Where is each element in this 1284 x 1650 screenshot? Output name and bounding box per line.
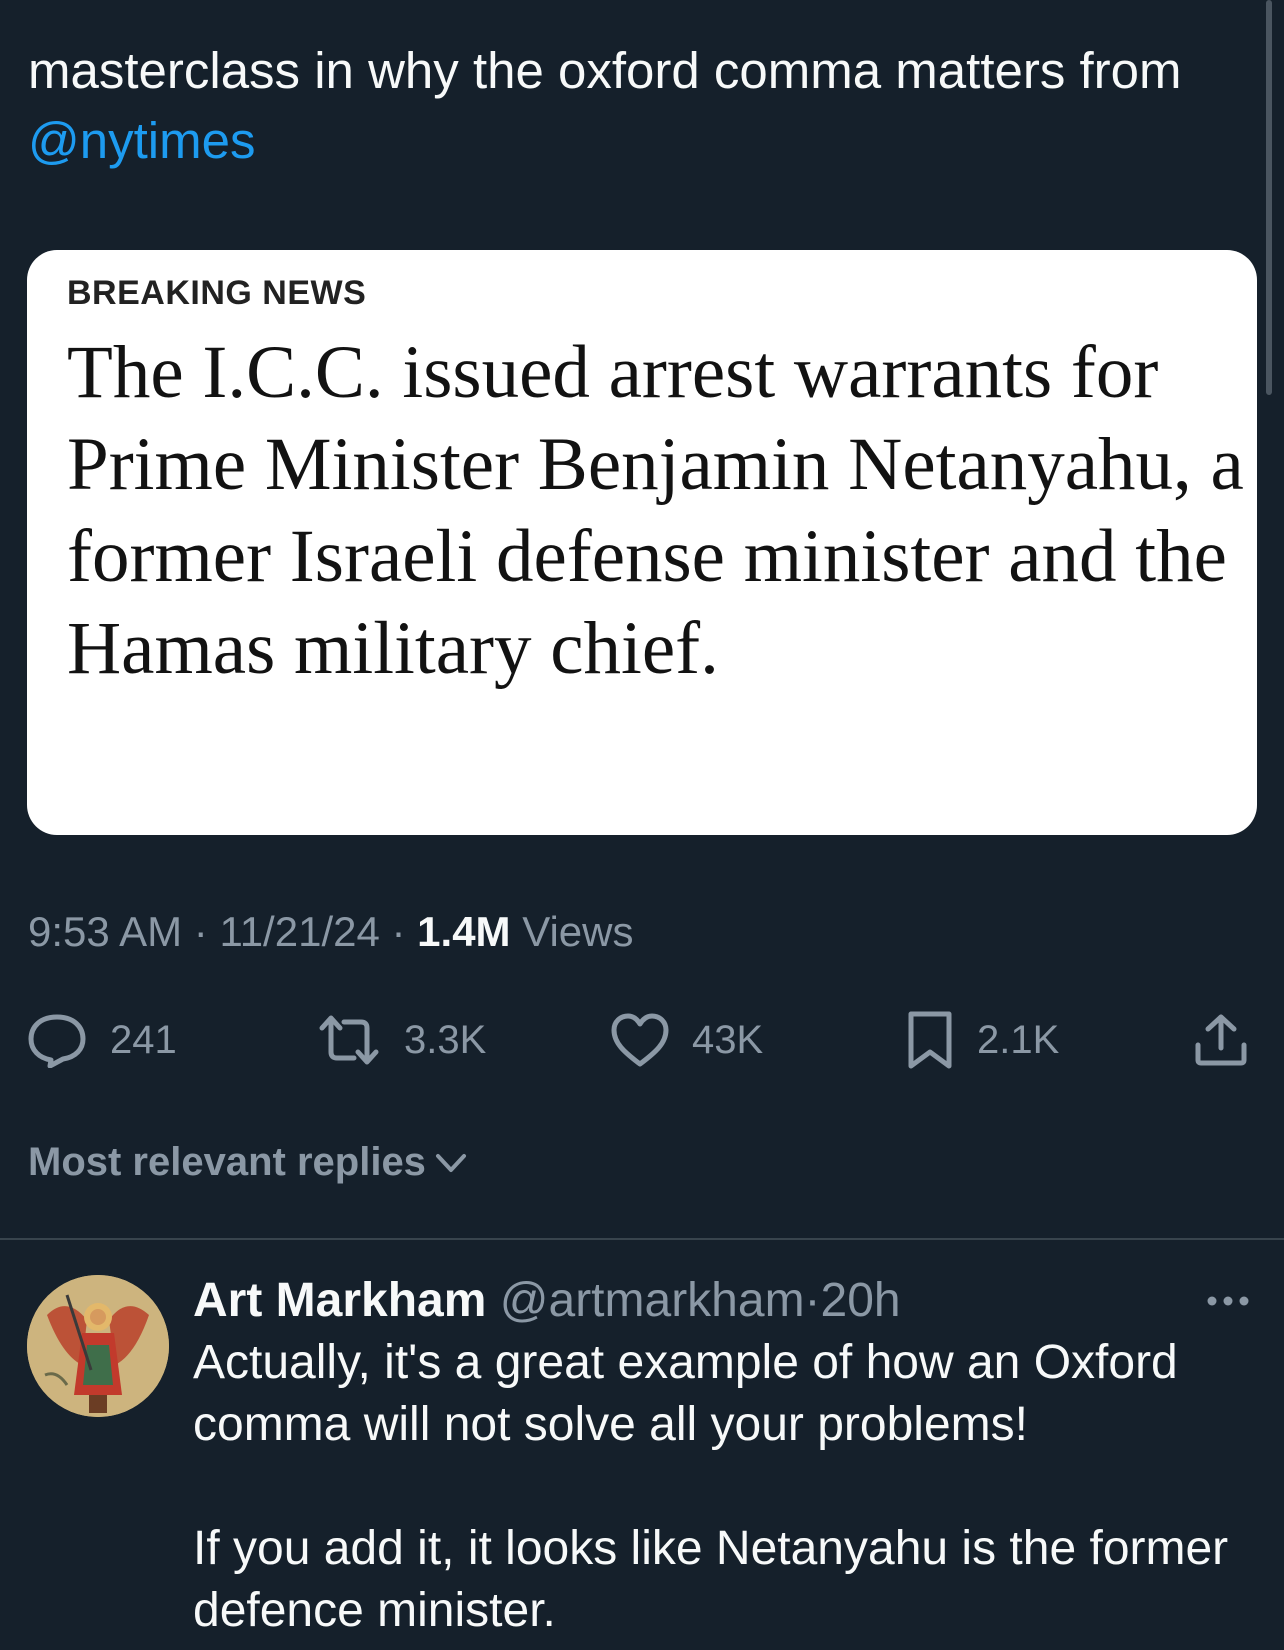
views-label: Views <box>522 908 634 955</box>
reply-time[interactable]: 20h <box>821 1274 901 1327</box>
avatar[interactable] <box>27 1275 169 1417</box>
scrollbar[interactable] <box>1266 0 1272 395</box>
bookmark-count: 2.1K <box>977 1017 1060 1062</box>
tweet-meta: 9:53 AM · 11/21/24 · 1.4M Views <box>28 908 634 956</box>
reply-text: Actually, it's a great example of how an… <box>193 1332 1263 1642</box>
reply-paragraph: Actually, it's a great example of how an… <box>193 1336 1178 1451</box>
chevron-down-icon <box>426 1140 468 1185</box>
reply-header: Art Markham @artmarkham·20h <box>193 1270 901 1332</box>
action-bar: 241 3.3K 43K 2.1K <box>0 1005 1284 1075</box>
tweet-text: masterclass in why the oxford comma matt… <box>28 36 1228 176</box>
header-separator: · <box>804 1274 821 1327</box>
speech-bubble-icon <box>26 1012 88 1068</box>
meta-separator: · <box>193 908 208 955</box>
reply-button[interactable]: 241 <box>26 1005 177 1075</box>
tweet-text-body: masterclass in why the oxford comma matt… <box>28 42 1182 99</box>
more-options-button[interactable] <box>1205 1286 1251 1316</box>
reply-paragraph: If you add it, it looks like Netanyahu i… <box>193 1522 1229 1637</box>
like-button[interactable]: 43K <box>610 1005 763 1075</box>
meta-separator: · <box>391 908 406 955</box>
tweet-date[interactable]: 11/21/24 <box>219 908 379 955</box>
share-upload-icon <box>1193 1012 1249 1068</box>
replies-sort-dropdown[interactable]: Most relevant replies <box>28 1140 468 1185</box>
bookmark-button[interactable]: 2.1K <box>905 1005 1059 1075</box>
views-count: 1.4M <box>417 908 511 955</box>
like-count: 43K <box>692 1017 764 1062</box>
heart-icon <box>610 1012 670 1068</box>
news-headline: The I.C.C. issued arrest warrants for Pr… <box>67 331 1244 690</box>
breaking-news-kicker: BREAKING NEWS <box>67 274 367 312</box>
reply-item[interactable]: Art Markham @artmarkham·20h Actually, it… <box>0 1240 1284 1650</box>
retweet-button[interactable]: 3.3K <box>316 1005 486 1075</box>
author-name[interactable]: Art Markham <box>193 1274 486 1327</box>
embedded-image-card[interactable]: BREAKING NEWS The I.C.C. issued arrest w… <box>27 250 1257 835</box>
reply-count: 241 <box>110 1017 177 1062</box>
replies-sort-label: Most relevant replies <box>28 1140 426 1184</box>
bookmark-icon <box>905 1010 955 1070</box>
share-button[interactable] <box>1193 1005 1249 1075</box>
mention-link[interactable]: @nytimes <box>28 112 255 169</box>
retweet-count: 3.3K <box>404 1017 487 1062</box>
author-handle[interactable]: @artmarkham <box>500 1274 805 1327</box>
ellipsis-icon <box>1205 1296 1251 1320</box>
tweet-time[interactable]: 9:53 AM <box>28 908 182 955</box>
retweet-arrows-icon <box>316 1012 382 1068</box>
